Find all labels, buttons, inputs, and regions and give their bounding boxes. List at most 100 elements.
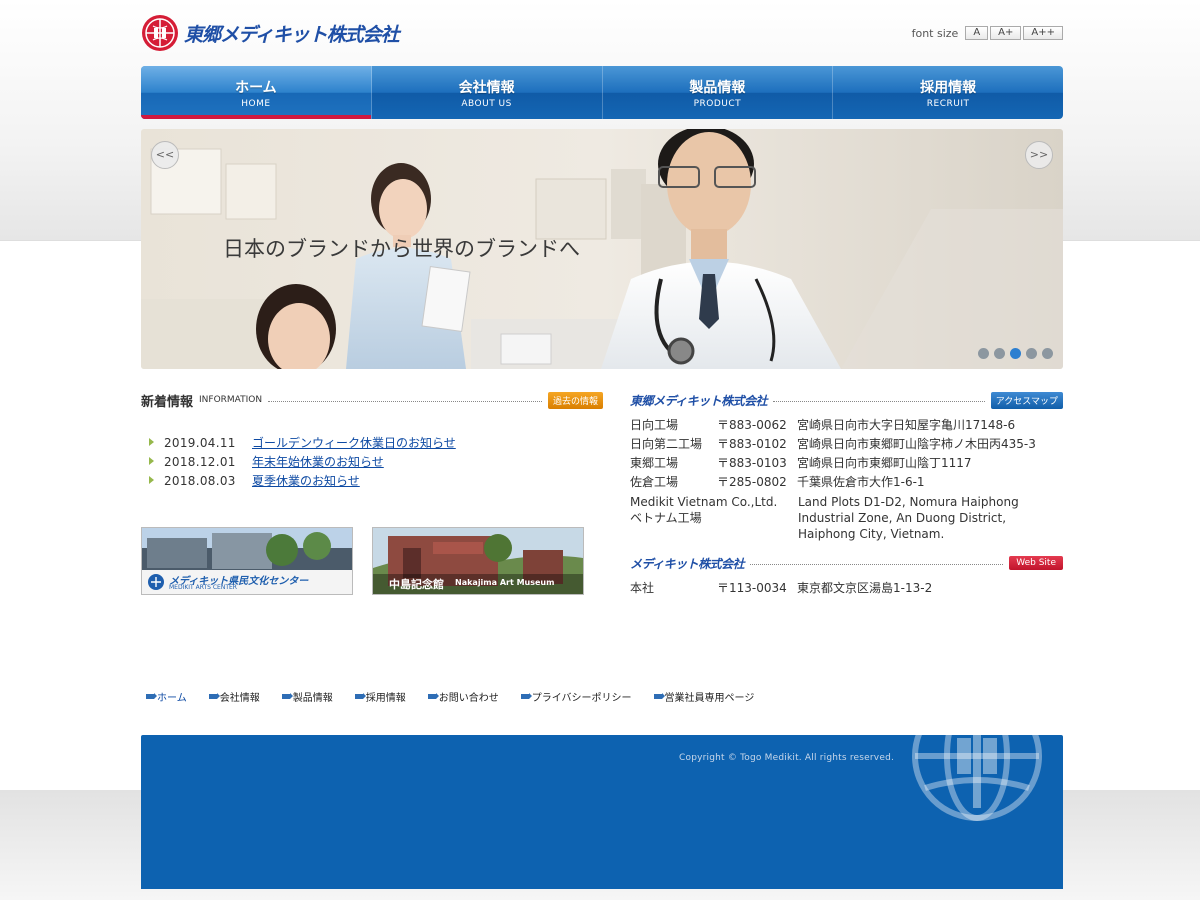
factory-name: 佐倉工場 bbox=[630, 475, 679, 489]
news-link[interactable]: 年末年始休業のお知らせ bbox=[252, 453, 384, 470]
medikit-header: メディキット株式会社 Web Site bbox=[630, 554, 1063, 572]
news-link[interactable]: 夏季休業のお知らせ bbox=[252, 472, 360, 489]
footer-link-about[interactable]: 会社情報 bbox=[208, 689, 260, 704]
footer-nav: ホーム 会社情報 製品情報 採用情報 お問い合わせ プライバシーポリシー 営業社… bbox=[146, 689, 776, 704]
postal-code: 〒113-0034 bbox=[717, 581, 787, 595]
footer-link-label: 営業社員専用ページ bbox=[664, 693, 755, 704]
bullet-arrow-icon bbox=[149, 438, 154, 446]
font-size-normal-button[interactable]: A bbox=[965, 26, 989, 40]
vietnam-address-line: Land Plots D1-D2, Nomura Haiphong bbox=[798, 495, 1019, 509]
nav-home[interactable]: ホーム HOME bbox=[141, 66, 372, 119]
footer-link-recruit[interactable]: 採用情報 bbox=[354, 689, 406, 704]
vietnam-factory-name: Medikit Vietnam Co.,Ltd. ベトナム工場 bbox=[630, 494, 798, 542]
past-news-button[interactable]: 過去の情報 bbox=[547, 391, 603, 409]
footer-link-privacy[interactable]: プライバシーポリシー bbox=[520, 689, 632, 704]
togo-header: 東郷メディキット株式会社 アクセスマップ bbox=[630, 391, 1063, 409]
vietnam-company-name: Medikit Vietnam Co.,Ltd. bbox=[630, 495, 778, 509]
nav-recruit-label: 採用情報 bbox=[920, 80, 977, 96]
arrow-icon bbox=[208, 693, 220, 699]
postal-code: 〒883-0102 bbox=[717, 437, 787, 451]
togo-address-list: 日向工場 〒883-0062 宮崎県日向市大字日知屋字亀川17148-6 日向第… bbox=[630, 416, 1063, 542]
factory-name: 東郷工場 bbox=[630, 456, 679, 470]
nav-home-sublabel: HOME bbox=[241, 99, 271, 109]
medikit-address: 本社 〒113-0034 東京都文京区湯島1-13-2 bbox=[630, 579, 1063, 598]
nav-recruit-sublabel: RECRUIT bbox=[926, 99, 970, 109]
page-wrapper: 東郷メディキット株式会社 font size A A+ A++ ホーム HOME… bbox=[141, 0, 1063, 900]
news-subtitle: INFORMATION bbox=[199, 395, 263, 405]
news-date: 2018.08.03 bbox=[164, 473, 236, 488]
arrow-icon bbox=[520, 693, 532, 699]
footer-link-product[interactable]: 製品情報 bbox=[281, 689, 333, 704]
art-museum-banner[interactable]: 中島記念館 Nakajima Art Museum bbox=[372, 527, 584, 595]
hero-pagination bbox=[973, 348, 1053, 359]
font-size-large-button[interactable]: A+ bbox=[990, 26, 1022, 40]
hero-dot-active[interactable] bbox=[1010, 348, 1021, 359]
footer-link-label: 会社情報 bbox=[219, 693, 260, 704]
address-row: 佐倉工場 〒285-0802 千葉県佐倉市大作1-6-1 bbox=[630, 473, 1063, 492]
address-row: 東郷工場 〒883-0103 宮崎県日向市東郷町山陰丁1117 bbox=[630, 454, 1063, 473]
footer-link-staff[interactable]: 営業社員専用ページ bbox=[653, 689, 755, 704]
vietnam-address-text: Land Plots D1-D2, Nomura Haiphong Indust… bbox=[798, 494, 1063, 542]
news-item: 2018.12.01 年末年始休業のお知らせ bbox=[141, 452, 603, 471]
postal-code: 〒883-0062 bbox=[717, 418, 787, 432]
news-title: 新着情報 bbox=[141, 394, 194, 410]
arrow-icon bbox=[354, 693, 366, 699]
nav-about-sublabel: ABOUT US bbox=[461, 99, 512, 109]
divider bbox=[773, 400, 985, 402]
nav-product[interactable]: 製品情報 PRODUCT bbox=[603, 66, 834, 119]
hero-dot[interactable] bbox=[1042, 348, 1053, 359]
nav-about-label: 会社情報 bbox=[458, 80, 515, 96]
company-emblem-icon bbox=[142, 15, 178, 51]
hero-dot[interactable] bbox=[1026, 348, 1037, 359]
vietnam-address-line: Haiphong City, Vietnam. bbox=[798, 527, 945, 541]
vietnam-address-line: Industrial Zone, An Duong District, bbox=[798, 511, 1007, 525]
address-text: 宮崎県日向市東郷町山陰丁1117 bbox=[797, 456, 972, 470]
news-header: 新着情報 INFORMATION 過去の情報 bbox=[141, 391, 603, 410]
global-nav: ホーム HOME 会社情報 ABOUT US 製品情報 PRODUCT 採用情報… bbox=[141, 66, 1063, 119]
hero-caption: 日本のブランドから世界のブランドへ bbox=[223, 237, 580, 261]
hero-prev-button[interactable]: << bbox=[151, 141, 179, 169]
arts-center-banner[interactable]: メディキット県民文化センター MEDIKIT ARTS CENTER bbox=[141, 527, 353, 595]
footer-link-contact[interactable]: お問い合わせ bbox=[427, 689, 499, 704]
address-text: 千葉県佐倉市大作1-6-1 bbox=[797, 475, 925, 489]
nav-about[interactable]: 会社情報 ABOUT US bbox=[372, 66, 603, 119]
postal-code: 〒285-0802 bbox=[717, 475, 787, 489]
factory-name: 日向第二工場 bbox=[630, 437, 703, 451]
font-size-xlarge-button[interactable]: A++ bbox=[1023, 26, 1063, 40]
news-link[interactable]: ゴールデンウィーク休業日のお知らせ bbox=[252, 434, 456, 451]
art-museum-label: 中島記念館 bbox=[389, 578, 444, 591]
arrow-icon bbox=[653, 693, 665, 699]
copyright: Copyright © Togo Medikit. All rights res… bbox=[679, 753, 895, 763]
nav-home-label: ホーム bbox=[235, 80, 277, 96]
hero-dot[interactable] bbox=[978, 348, 989, 359]
medikit-logo-text: メディキット株式会社 bbox=[630, 556, 745, 571]
globe-emblem-icon bbox=[912, 691, 1042, 821]
arrow-icon bbox=[427, 693, 439, 699]
news-date: 2019.04.11 bbox=[164, 435, 236, 450]
divider bbox=[750, 563, 1004, 565]
company-section: 東郷メディキット株式会社 アクセスマップ 日向工場 〒883-0062 宮崎県日… bbox=[630, 391, 1063, 598]
hero-dot[interactable] bbox=[994, 348, 1005, 359]
footer-link-home[interactable]: ホーム bbox=[146, 689, 187, 704]
nav-recruit[interactable]: 採用情報 RECRUIT bbox=[833, 66, 1063, 119]
banner-row: メディキット県民文化センター MEDIKIT ARTS CENTER 中島記念館… bbox=[141, 527, 603, 595]
bullet-arrow-icon bbox=[149, 476, 154, 484]
arts-center-sublabel: MEDIKIT ARTS CENTER bbox=[169, 584, 237, 591]
footer-link-label: 製品情報 bbox=[292, 693, 333, 704]
footer-link-label: プライバシーポリシー bbox=[531, 693, 632, 704]
address-text: 宮崎県日向市東郷町山陰字柿ノ木田丙435-3 bbox=[797, 437, 1036, 451]
arrow-icon bbox=[146, 693, 157, 699]
address-text: 宮崎県日向市大字日知屋字亀川17148-6 bbox=[797, 418, 1016, 432]
bullet-arrow-icon bbox=[149, 457, 154, 465]
site-logo[interactable]: 東郷メディキット株式会社 bbox=[141, 13, 400, 53]
access-map-button[interactable]: アクセスマップ bbox=[990, 391, 1063, 409]
hero-next-button[interactable]: >> bbox=[1025, 141, 1053, 169]
font-size-control: font size A A+ A++ bbox=[912, 26, 1063, 40]
footer-link-label: お問い合わせ bbox=[438, 693, 499, 704]
address-row: 日向工場 〒883-0062 宮崎県日向市大字日知屋字亀川17148-6 bbox=[630, 416, 1063, 435]
font-size-label: font size bbox=[911, 26, 959, 40]
news-date: 2018.12.01 bbox=[164, 454, 236, 469]
website-button[interactable]: Web Site bbox=[1009, 556, 1063, 570]
nav-product-label: 製品情報 bbox=[689, 80, 746, 96]
arrow-icon bbox=[281, 693, 293, 699]
